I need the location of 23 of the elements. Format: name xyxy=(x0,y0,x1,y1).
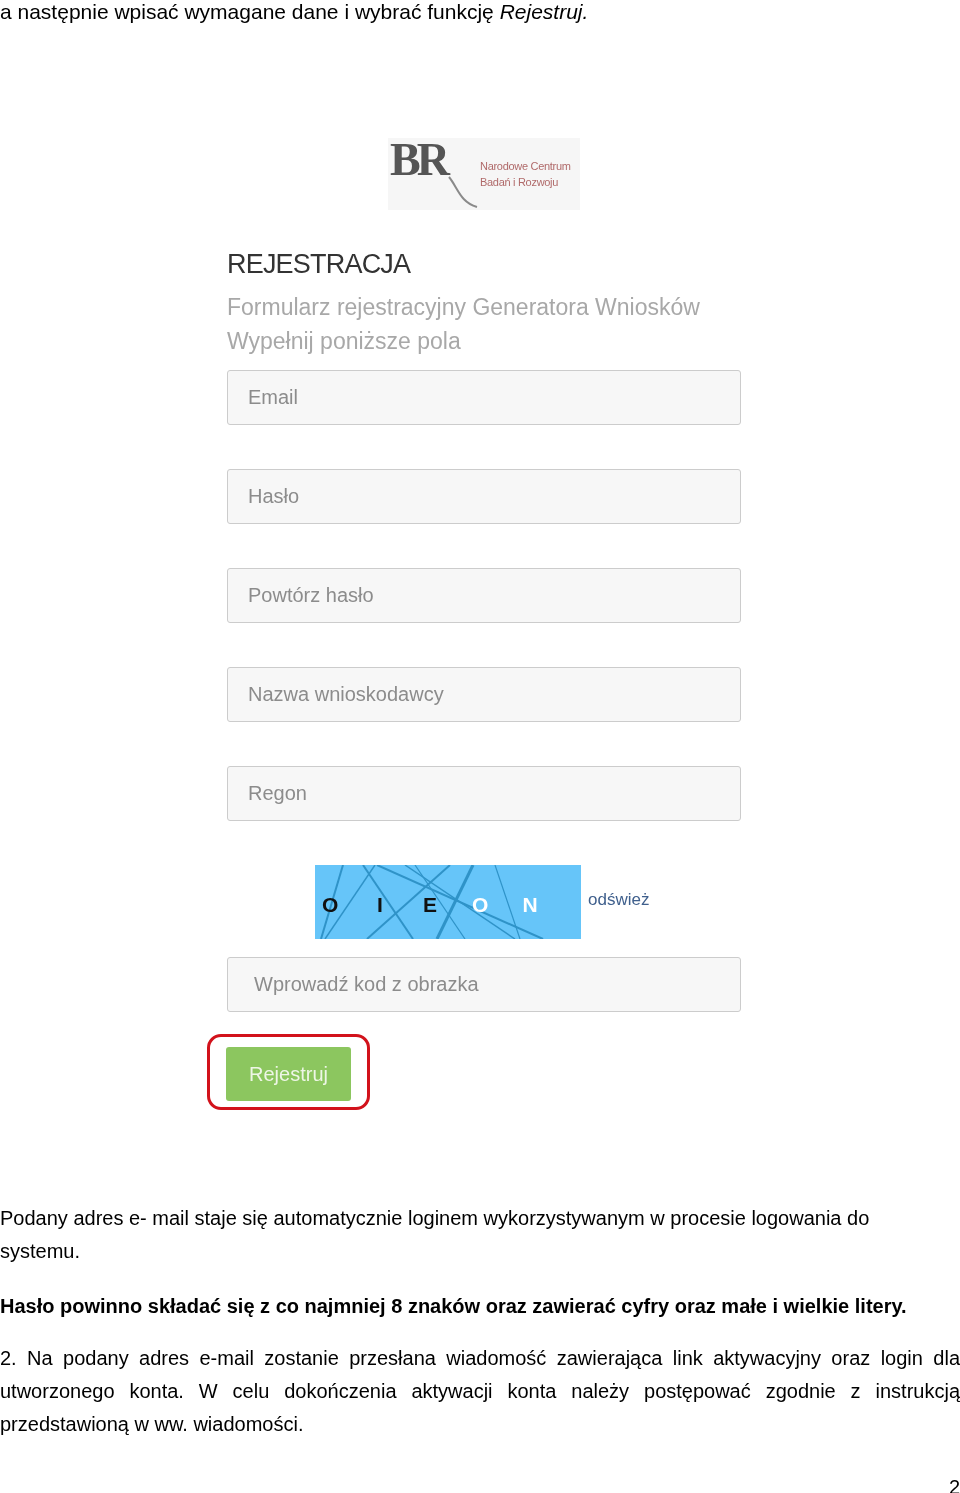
input-field[interactable]: Email xyxy=(227,370,741,425)
input-field[interactable]: Wprowadź kod z obrazka xyxy=(227,957,741,1012)
intro-text: a następnie wpisać wymagane dane i wybrać funkcję Rejestruj. xyxy=(0,0,589,24)
captcha-character: E xyxy=(422,893,438,917)
refresh-link[interactable]: odśwież xyxy=(588,889,650,911)
input-field[interactable]: Nazwa wnioskodawcy xyxy=(227,667,741,722)
logo-text: Narodowe Centrum xyxy=(480,159,571,174)
logo-text: Badań i Rozwoju xyxy=(480,175,560,190)
form-instruction: Wypełnij poniższe pola xyxy=(227,327,461,356)
info-paragraph: Podany adres e- mail staje się automatycznie loginem wykorzystywanym w procesie logowania do systemu. xyxy=(0,1206,871,1264)
captcha-character: N xyxy=(522,893,538,917)
logo-mark: BR xyxy=(390,138,446,182)
form-subtitle: Formularz rejestracyjny Generatora Wniosków xyxy=(227,293,700,322)
input-field[interactable]: Regon xyxy=(227,766,741,821)
captcha-character: I xyxy=(376,893,384,917)
form-title: REJESTRACJA xyxy=(227,248,411,281)
captcha-character: O xyxy=(322,893,338,917)
activation-paragraph: 2. Na podany adres e-mail zostanie przesłana wiadomość zawierająca link aktywacyjny oraz login dla utworzonego konta. W celu dokończenia aktywacji konta należy postępować zgodnie z instrukcją przedstawioną w ww. wiadomości. xyxy=(0,1346,960,1437)
input-field[interactable]: Hasło xyxy=(227,469,741,524)
captcha-character: O xyxy=(472,893,488,917)
swoosh-icon xyxy=(448,176,478,208)
password-rule-text: Hasło powinno składać się z co najmniej 8 znaków oraz zawierać cyfry oraz małe i wielkie litery. xyxy=(0,1294,907,1319)
input-field[interactable]: Powtórz hasło xyxy=(227,568,741,623)
